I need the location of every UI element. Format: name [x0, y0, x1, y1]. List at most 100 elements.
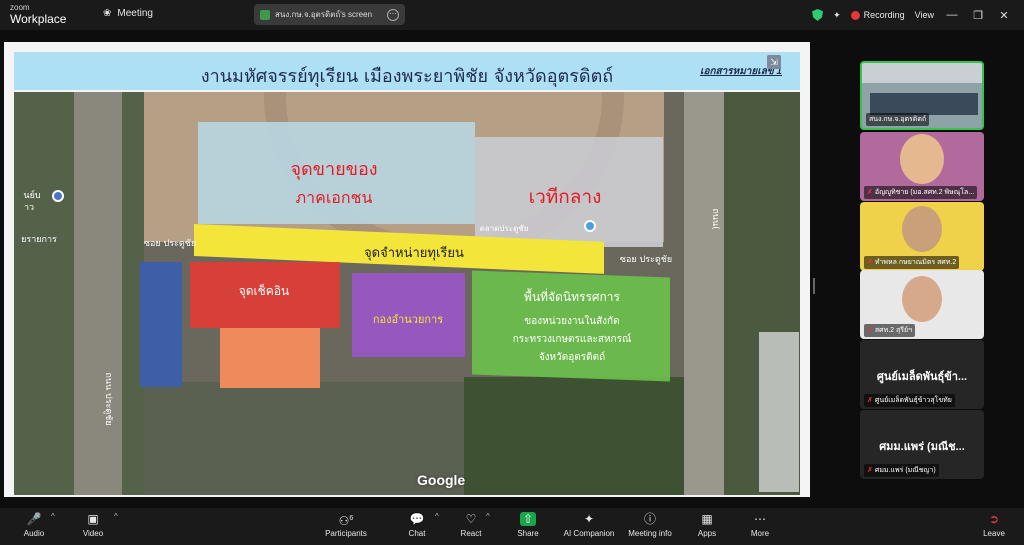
react-label: React — [460, 529, 482, 538]
close-icon[interactable]: ✕ — [996, 9, 1012, 22]
heart-icon: ♡ — [465, 512, 477, 526]
participant-tile[interactable]: สนง.กษ.จ.อุตรดิตถ์ — [860, 61, 984, 130]
leave-button[interactable]: ➲ Leave — [964, 512, 1024, 538]
meeting-label: Meeting — [117, 8, 153, 19]
check-in-label: จุดเช็คอิน — [238, 284, 290, 298]
audio-label: Audio — [23, 529, 45, 538]
shared-screen: งานมหัศจรรย์ทุเรียน เมืองพระยาพิชัย จังห… — [4, 42, 810, 497]
participant-name: ✗ ทำพหล กษยาณมิตร สศท.2 — [864, 256, 960, 269]
screen-share-label: สนง.กษ.จ.อุตรดิตถ์'s screen — [275, 10, 373, 19]
ai-companion-button[interactable]: ✦ AI Companion — [559, 512, 619, 538]
private-sales-line-2: ภาคเอกชน — [295, 188, 373, 207]
audio-options-chevron-icon[interactable]: ^ — [51, 512, 55, 521]
react-button[interactable]: ♡ React — [441, 512, 501, 538]
panel-resize-handle[interactable] — [813, 278, 815, 294]
market-pin-icon — [584, 220, 596, 232]
recording-indicator[interactable]: Recording — [850, 9, 905, 21]
zoom-logo: zoom Workplace — [10, 3, 67, 26]
encryption-shield-icon[interactable] — [812, 9, 824, 21]
exhibit-line-3: กระทรวงเกษตรและสหกรณ์ — [512, 334, 632, 345]
muted-mic-icon: ✗ — [867, 259, 873, 266]
view-button[interactable]: View — [915, 10, 934, 20]
orange-roof-building — [220, 328, 320, 388]
sparkle-icon[interactable]: ✦ — [833, 10, 841, 21]
location-pin-icon — [52, 190, 64, 202]
expand-icon[interactable]: ⇲ — [767, 55, 781, 69]
share-label: Share — [517, 529, 539, 538]
exhibit-line-2: ของหน่วยงานในสังกัด — [524, 316, 620, 327]
meeting-info-label: Meeting info — [628, 529, 672, 538]
share-screen-icon — [260, 9, 270, 20]
map-right-road — [684, 92, 724, 495]
market-label: ตลาดประตูชัย — [479, 224, 529, 233]
exhibit-line-1: พื้นที่จัดนิทรรศการ — [524, 290, 620, 304]
info-icon: ⓘ — [643, 512, 656, 526]
share-screen-icon: ⇧ — [520, 512, 536, 526]
react-options-chevron-icon[interactable]: ^ — [486, 512, 490, 521]
soi-label-left: ซอย ประตูชัย — [143, 239, 197, 249]
recording-label: Recording — [863, 9, 905, 20]
leave-label: Leave — [983, 529, 1005, 538]
video-label: Video — [82, 529, 104, 538]
more-options-icon[interactable]: ⋯ — [387, 8, 399, 21]
muted-mic-icon: ✗ — [867, 189, 873, 196]
participants-label: Participants — [325, 529, 367, 538]
durian-sales-label: จุดจำหน่ายทุเรียน — [364, 246, 464, 261]
center-stage-label: เวทีกลาง — [528, 186, 602, 208]
muted-mic-icon: ✗ — [867, 397, 873, 404]
video-feed-face — [902, 276, 942, 322]
participant-name: ✗ ศูนย์เมล็ดพันธุ์ข้าวสุโขทัย — [864, 394, 955, 407]
video-options-chevron-icon[interactable]: ^ — [114, 512, 118, 521]
chat-options-chevron-icon[interactable]: ^ — [435, 512, 439, 521]
road-label-right: ถนน( — [710, 208, 720, 230]
participants-count: 6 — [349, 515, 354, 522]
brand-line-2: Workplace — [10, 12, 67, 26]
meeting-info-button[interactable]: ⓘ Meeting info — [620, 512, 680, 538]
participant-tile[interactable]: ศูนย์เมล็ดพันธุ์ข้า... ✗ ศูนย์เมล็ดพันธุ์… — [860, 340, 984, 409]
map-right-roof — [759, 332, 799, 492]
map-trees-bottom — [464, 377, 684, 495]
minimize-icon[interactable]: — — [944, 9, 960, 21]
poi-label-3: ยรายการ — [21, 235, 57, 245]
brand-line-1: zoom — [10, 3, 30, 12]
google-logo: Google — [417, 472, 466, 488]
poi-label-2: าว — [23, 203, 35, 213]
participant-tile[interactable]: ศมม.แพร่ (มณีช... ✗ ศมม.แพร่ (มณีชญา) — [860, 410, 984, 479]
muted-mic-icon: ✗ — [867, 467, 873, 474]
apps-label: Apps — [697, 529, 717, 538]
recording-dot-icon — [850, 11, 860, 21]
participant-display-name: ศมม.แพร่ (มณีช... — [879, 441, 965, 453]
blue-building — [140, 262, 182, 387]
apps-button[interactable]: ▦ Apps — [677, 512, 737, 538]
participant-name: ✗ อัญญูทิชาย (มอ.สศท.2 พิษณุโล... — [864, 186, 978, 199]
share-button[interactable]: ⇧ Share — [498, 512, 558, 538]
participant-tile[interactable]: ✗ ทำพหล กษยาณมิตร สศท.2 — [860, 202, 984, 271]
meeting-menu[interactable]: ❀ Meeting — [103, 8, 153, 19]
ai-companion-label: AI Companion — [563, 529, 615, 538]
audio-button[interactable]: 🎤 Audio — [4, 512, 64, 538]
chat-label: Chat — [408, 529, 426, 538]
exhibit-line-4: จังหวัดอุตรดิตถ์ — [538, 352, 606, 363]
more-button[interactable]: ⋯ More — [730, 512, 790, 538]
top-right-controls: ✦ Recording View — ❐ ✕ — [812, 0, 1024, 30]
participant-tile[interactable]: ✗ อัญญูทิชาย (มอ.สศท.2 พิษณุโล... — [860, 132, 984, 201]
screen-share-indicator[interactable]: สนง.กษ.จ.อุตรดิตถ์'s screen ⋯ — [254, 4, 405, 25]
road-label-left: ถนน ประตูชัย — [103, 372, 113, 426]
video-camera-icon: ▣ — [87, 512, 99, 526]
participant-name: ✗ ศมม.แพร่ (มณีชญา) — [864, 464, 939, 477]
slide-title: งานมหัศจรรย์ทุเรียน เมืองพระยาพิชัย จังห… — [200, 66, 614, 87]
participants-button[interactable]: ⚇6 Participants — [316, 512, 376, 538]
leave-door-icon: ➲ — [988, 512, 1000, 526]
apps-grid-icon: ▦ — [701, 512, 713, 526]
chat-bubble-icon: 💬 — [409, 512, 425, 526]
participant-name: สนง.กษ.จ.อุตรดิตถ์ — [866, 113, 930, 126]
restore-icon[interactable]: ❐ — [970, 9, 986, 22]
participant-display-name: ศูนย์เมล็ดพันธุ์ข้า... — [876, 371, 968, 383]
satellite-map: จุดขายของ ภาคเอกชน เวทีกลาง จุดจำหน่ายทุ… — [14, 92, 800, 495]
muted-mic-icon: ✗ — [867, 327, 873, 334]
participant-tile[interactable]: ✗ สศท.2 สุรีย์ฯ — [860, 270, 984, 339]
sparkle-icon: ✦ — [583, 512, 595, 526]
top-bar: zoom Workplace ❀ Meeting สนง.กษ.จ.อุตรดิ… — [0, 0, 1024, 30]
video-feed-wall — [862, 63, 982, 83]
soi-label-right: ซอย ประตูชัย — [619, 255, 673, 265]
